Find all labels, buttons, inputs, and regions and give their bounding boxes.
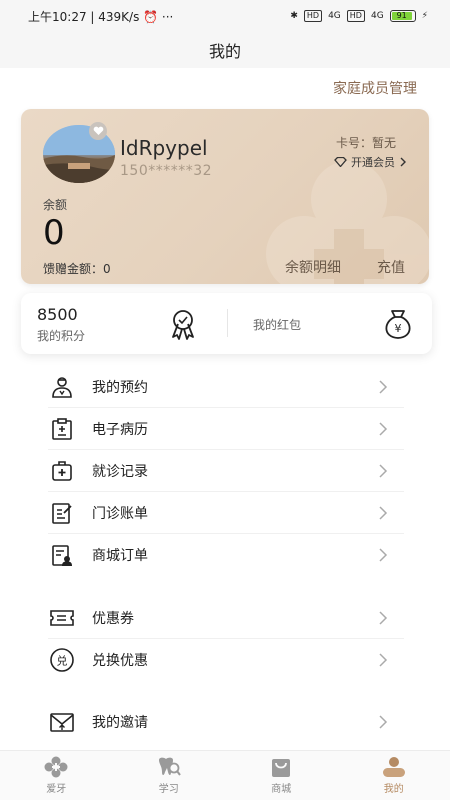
battery-icon: 91 bbox=[389, 10, 416, 22]
exchange-icon: 兑 bbox=[48, 646, 76, 674]
tab-home[interactable]: 爱牙 bbox=[0, 751, 113, 800]
menu-label: 优惠券 bbox=[92, 610, 134, 627]
menu-item-outpatient-bill[interactable]: 门诊账单 bbox=[48, 492, 404, 534]
menu-item-coupons[interactable]: 优惠券 bbox=[48, 597, 404, 639]
menu-item-exchange[interactable]: 兑 兑换优惠 bbox=[48, 639, 404, 681]
chevron-right-icon bbox=[379, 379, 388, 394]
tab-label: 爱牙 bbox=[46, 784, 67, 795]
battery-level: 91 bbox=[391, 12, 412, 20]
chevron-right-icon bbox=[379, 548, 388, 562]
open-vip-link[interactable]: 开通会员 bbox=[334, 154, 407, 170]
menu-group-records: 我的预约 电子病历 就诊记录 门诊账单 商城订单 bbox=[48, 366, 404, 576]
coupon-icon bbox=[48, 604, 76, 632]
title-bar: 我的 bbox=[0, 32, 450, 68]
doctor-icon bbox=[48, 373, 76, 401]
points-card: 8500 我的积分 我的红包 ¥ bbox=[21, 293, 432, 354]
menu-item-medical-record[interactable]: 电子病历 bbox=[48, 408, 404, 450]
menu-label: 我的邀请 bbox=[92, 715, 148, 731]
menu-label: 门诊账单 bbox=[92, 505, 148, 522]
points-label[interactable]: 我的积分 bbox=[37, 327, 85, 344]
hd-badge-1: HD bbox=[303, 10, 323, 22]
tab-label: 学习 bbox=[158, 784, 179, 795]
status-bar: 上午10:27 | 439K/s ⏰ ··· ✱ HD 4G HD 4G 91 … bbox=[0, 0, 450, 32]
chevron-right-icon bbox=[379, 505, 388, 520]
order-icon bbox=[48, 541, 76, 569]
tab-label: 我的 bbox=[383, 784, 404, 795]
hd-badge-2: HD bbox=[346, 10, 365, 22]
menu-label: 电子病历 bbox=[92, 421, 148, 438]
bottom-tab-bar: 爱牙 学习 商城 我的 bbox=[0, 750, 450, 800]
chevron-right-icon bbox=[379, 715, 388, 729]
menu-item-visit-records[interactable]: 就诊记录 bbox=[48, 450, 404, 492]
status-time-speed: 上午10:27 | 439K/s bbox=[28, 9, 140, 24]
invite-envelope-icon bbox=[48, 708, 76, 736]
member-card: IdRpypel 150******32 卡号：暂无 开通会员 余额 0 馈赠金… bbox=[21, 109, 429, 284]
tab-label: 商城 bbox=[271, 784, 292, 795]
shopping-bag-icon bbox=[268, 756, 294, 778]
menu-group-coupons: 优惠券 兑 兑换优惠 bbox=[48, 597, 404, 681]
badge-ribbon-icon[interactable] bbox=[166, 307, 200, 341]
bill-edit-icon bbox=[48, 499, 76, 527]
tooth-search-icon bbox=[156, 756, 182, 778]
clipboard-icon bbox=[48, 415, 76, 443]
menu-label: 我的预约 bbox=[92, 379, 148, 396]
money-bag-icon[interactable]: ¥ bbox=[380, 307, 416, 341]
menu-item-mall-orders[interactable]: 商城订单 bbox=[48, 534, 404, 576]
charging-icon: ⚡ bbox=[421, 11, 428, 21]
page-title: 我的 bbox=[208, 42, 241, 61]
balance-label: 余额 bbox=[43, 198, 68, 212]
balance-detail-button[interactable]: 余额明细 bbox=[285, 257, 341, 277]
vip-label: 开通会员 bbox=[351, 156, 395, 169]
gift-amount: 馈赠金额：0 bbox=[43, 262, 111, 276]
chevron-right-icon bbox=[379, 610, 388, 625]
divider bbox=[227, 309, 228, 337]
svg-text:兑: 兑 bbox=[57, 654, 68, 668]
points-value[interactable]: 8500 bbox=[37, 305, 78, 324]
bluetooth-icon: ✱ bbox=[290, 11, 298, 21]
svg-text:¥: ¥ bbox=[395, 322, 402, 335]
family-members-link[interactable]: 家庭成员管理 bbox=[333, 78, 417, 98]
status-time: 上午10:27 | 439K/s ⏰ ··· bbox=[28, 8, 290, 25]
redpacket-label[interactable]: 我的红包 bbox=[253, 316, 301, 333]
favorite-heart-icon[interactable] bbox=[89, 122, 107, 140]
recharge-button[interactable]: 充值 bbox=[377, 257, 405, 277]
medical-kit-icon bbox=[48, 457, 76, 485]
user-nickname: IdRpypel bbox=[120, 136, 208, 160]
menu-item-invite[interactable]: 我的邀请 bbox=[48, 701, 404, 743]
tab-mall[interactable]: 商城 bbox=[225, 751, 338, 800]
menu-item-appointment[interactable]: 我的预约 bbox=[48, 366, 404, 408]
status-extra: ⏰ ··· bbox=[143, 9, 174, 24]
tab-learn[interactable]: 学习 bbox=[113, 751, 226, 800]
status-indicators: ✱ HD 4G HD 4G 91 ⚡ bbox=[290, 10, 428, 22]
signal-4g-2: 4G bbox=[370, 11, 384, 21]
tab-mine[interactable]: 我的 bbox=[338, 751, 450, 800]
chevron-right-icon bbox=[400, 157, 406, 167]
balance-value: 0 bbox=[43, 213, 65, 253]
menu-label: 商城订单 bbox=[92, 548, 148, 564]
menu-group-invite: 我的邀请 bbox=[48, 701, 404, 743]
profile-icon bbox=[381, 756, 407, 778]
chevron-right-icon bbox=[379, 653, 388, 667]
menu-label: 就诊记录 bbox=[92, 463, 148, 480]
clover-icon bbox=[43, 756, 69, 778]
chevron-right-icon bbox=[379, 421, 388, 436]
card-number: 卡号：暂无 bbox=[335, 136, 396, 150]
diamond-icon bbox=[334, 157, 347, 167]
user-phone: 150******32 bbox=[120, 163, 213, 179]
signal-4g-1: 4G bbox=[328, 11, 341, 21]
chevron-right-icon bbox=[379, 463, 388, 478]
menu-label: 兑换优惠 bbox=[92, 653, 148, 669]
